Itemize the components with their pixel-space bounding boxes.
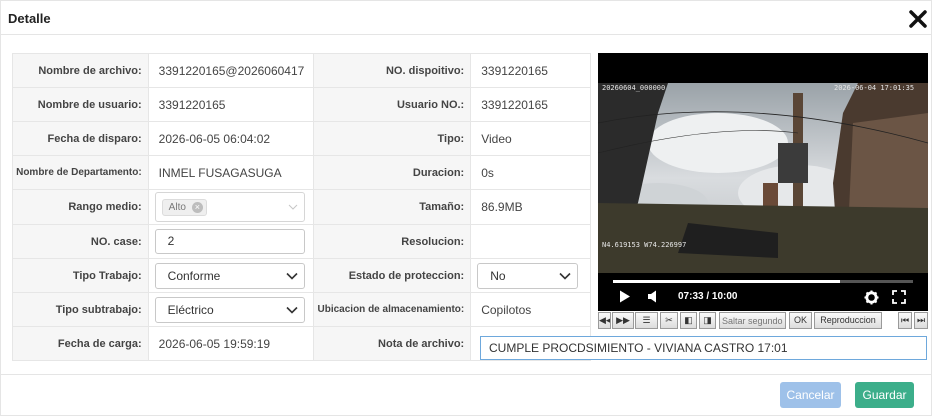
table-row: NO. case: 2 Resolucion:: [12, 224, 591, 259]
no-dispositivo-label: NO. dispoitivo:: [312, 53, 472, 88]
close-icon[interactable]: [908, 9, 928, 29]
dialog-header: Detalle: [1, 1, 931, 35]
table-row: Fecha de disparo: 2026-06-05 06:04:02 Ti…: [12, 121, 591, 156]
nombre-archivo-value: 3391220165@20260604170: [158, 63, 304, 78]
tamano-value: 86.9MB: [470, 189, 591, 225]
video-progress-bar[interactable]: [613, 280, 913, 283]
rango-medio-tag: Alto ×: [161, 199, 207, 216]
tipo-subtrabajo-value: Eléctrico: [167, 302, 214, 317]
video-osd-timestamp: 2026-06-04 17:01:35: [834, 84, 915, 92]
scissors-icon[interactable]: ✂: [660, 312, 678, 329]
fast-forward-icon[interactable]: ▶▶: [612, 312, 634, 329]
frame-back-icon[interactable]: ◧: [680, 312, 697, 329]
usuario-no-label: Usuario NO.:: [312, 87, 472, 122]
tipo-trabajo-select[interactable]: Conforme: [154, 262, 305, 289]
resolucion-label: Resolucion:: [312, 224, 472, 259]
usuario-no-value: 3391220165: [470, 87, 591, 122]
tipo-subtrabajo-select[interactable]: Eléctrico: [154, 296, 305, 323]
nombre-usuario-label: Nombre de usuario:: [12, 87, 149, 122]
rango-medio-label: Rango medio:: [12, 189, 149, 225]
playback-toolbar: ◀◀ ▶▶ ☰ ✂ ◧ ◨ OK Reproduccion ⏮ ⏭: [598, 312, 930, 330]
estado-proteccion-select[interactable]: No: [477, 262, 578, 289]
dialog-title: Detalle: [8, 11, 51, 26]
skip-start-icon[interactable]: ⏮: [898, 312, 912, 329]
fecha-disparo-label: Fecha de disparo:: [12, 121, 149, 156]
no-case-label: NO. case:: [12, 224, 149, 259]
play-icon[interactable]: [619, 290, 631, 303]
fecha-carga-value: 2026-06-05 19:59:19: [147, 326, 314, 361]
table-row: Tipo subtrabajo: Eléctrico Ubicacion de …: [12, 292, 591, 327]
rango-medio-select[interactable]: Alto ×: [154, 192, 305, 222]
departamento-value: INMEL FUSAGASUGA: [147, 155, 314, 190]
video-osd-file: 20260604_000000: [602, 84, 666, 92]
volume-icon[interactable]: [647, 290, 659, 303]
duracion-value: 0s: [470, 155, 591, 190]
frame-forward-icon[interactable]: ◨: [699, 312, 716, 329]
resolucion-value: [470, 224, 591, 259]
chevron-down-icon: [286, 272, 298, 280]
gear-icon[interactable]: [864, 290, 879, 305]
estado-proteccion-label: Estado de proteccion:: [312, 258, 472, 293]
reproduccion-button[interactable]: Reproduccion: [814, 312, 882, 329]
video-time: 07:33 / 10:00: [678, 291, 738, 302]
seek-seconds-input[interactable]: [719, 312, 786, 329]
rewind-icon[interactable]: ◀◀: [598, 312, 611, 329]
chevron-down-icon: [288, 204, 297, 210]
tipo-trabajo-value: Conforme: [167, 268, 221, 283]
remove-tag-icon[interactable]: ×: [191, 202, 203, 213]
video-progress-fill: [613, 280, 840, 283]
video-controls: 07:33 / 10:00: [598, 273, 928, 311]
estado-proteccion-value: No: [490, 268, 506, 283]
detail-form: Nombre de archivo: 3391220165@2026060417…: [12, 53, 591, 361]
list-icon[interactable]: ☰: [635, 312, 658, 329]
table-row: Rango medio: Alto × Tamaño: 86.9MB: [12, 189, 591, 225]
ok-button[interactable]: OK: [789, 312, 812, 329]
tipo-subtrabajo-label: Tipo subtrabajo:: [12, 292, 149, 327]
ubicacion-label: Ubicacion de almacenamiento:: [312, 292, 472, 327]
video-osd-coords: N4.619153 W74.226997: [602, 241, 687, 249]
table-row: Tipo Trabajo: Conforme Estado de protecc…: [12, 258, 591, 293]
tamano-label: Tamaño:: [312, 189, 472, 225]
rango-medio-tag-label: Alto: [168, 202, 186, 213]
seek-seconds-field[interactable]: [720, 313, 785, 328]
table-row: Nombre de Departamento: INMEL FUSAGASUGA…: [12, 155, 591, 190]
detail-dialog: Detalle Nombre de archivo: 3391220165@20…: [0, 0, 932, 416]
nombre-archivo-label: Nombre de archivo:: [12, 53, 149, 88]
tipo-trabajo-label: Tipo Trabajo:: [12, 258, 149, 293]
nombre-usuario-value: 3391220165: [147, 87, 314, 122]
tipo-value: Video: [470, 121, 591, 156]
nota-archivo-label: Nota de archivo:: [312, 326, 472, 361]
fecha-carga-label: Fecha de carga:: [12, 326, 149, 361]
fullscreen-icon[interactable]: [892, 290, 906, 304]
cancel-button[interactable]: Cancelar: [780, 382, 841, 408]
nota-archivo-input[interactable]: CUMPLE PROCDSIMIENTO - VIVIANA CASTRO 17…: [480, 336, 927, 360]
tipo-label: Tipo:: [312, 121, 472, 156]
chevron-down-icon: [559, 272, 571, 280]
ubicacion-value: Copilotos: [470, 292, 591, 327]
save-button[interactable]: Guardar: [855, 382, 914, 408]
skip-end-icon[interactable]: ⏭: [914, 312, 928, 329]
dialog-footer: [1, 374, 931, 375]
chevron-down-icon: [286, 306, 298, 314]
table-row: Nombre de usuario: 3391220165 Usuario NO…: [12, 87, 591, 122]
table-row: Nombre de archivo: 3391220165@2026060417…: [12, 53, 591, 88]
duracion-label: Duracion:: [312, 155, 472, 190]
no-dispositivo-value: 3391220165: [470, 53, 591, 88]
departamento-label: Nombre de Departamento:: [12, 155, 149, 190]
no-case-input[interactable]: 2: [154, 229, 305, 254]
video-player[interactable]: 20260604_000000 2026-06-04 17:01:35 N4.6…: [598, 53, 928, 311]
fecha-disparo-value: 2026-06-05 06:04:02: [147, 121, 314, 156]
